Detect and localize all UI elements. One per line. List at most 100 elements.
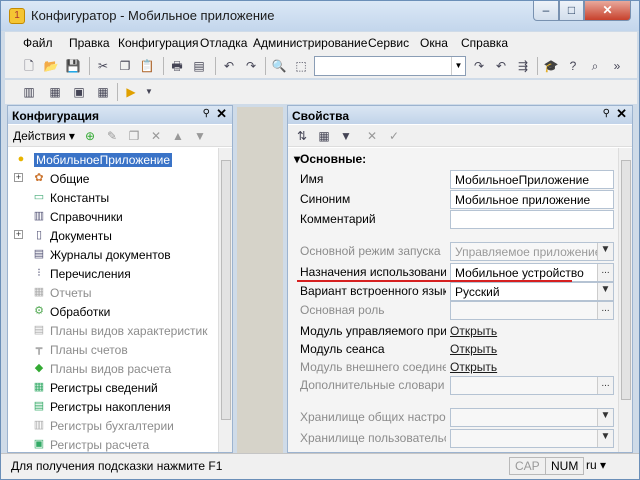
- minimize-button[interactable]: –: [533, 1, 559, 21]
- redo-icon[interactable]: ↷: [243, 58, 259, 74]
- caps-indicator: CAP: [509, 457, 546, 475]
- accum-registers-icon: ▤: [33, 400, 45, 412]
- new-icon[interactable]: 🗋: [21, 58, 37, 74]
- expand-icon[interactable]: +: [14, 173, 23, 182]
- scrollbar-thumb[interactable]: [621, 160, 631, 400]
- scrollbar-thumb[interactable]: [221, 160, 231, 420]
- properties-panel-header: Свойства ⚲ ✕: [288, 106, 632, 124]
- dictionaries-field[interactable]: ...: [450, 376, 614, 395]
- prop-synonym: Синоним Мобильное приложение: [288, 190, 618, 209]
- expand-icon[interactable]: +: [14, 230, 23, 239]
- table-icon[interactable]: ▦: [95, 84, 111, 100]
- prop-external-connection-module: Модуль внешнего соединени Открыть: [288, 358, 618, 377]
- prop-label: Хранилище пользовательски: [300, 431, 446, 445]
- chevron-down-icon[interactable]: ▼: [597, 283, 613, 300]
- prop-label: Модуль управляемого прило: [300, 324, 446, 338]
- help-search-icon[interactable]: ?: [565, 58, 581, 74]
- undo-icon[interactable]: ↶: [221, 58, 237, 74]
- chevron-down-icon[interactable]: ▼: [597, 430, 613, 447]
- move-down-icon[interactable]: ▼: [192, 128, 208, 144]
- tree-item-label: Регистры сведений: [50, 381, 158, 395]
- ellipsis-icon[interactable]: ...: [597, 264, 613, 281]
- name-field[interactable]: МобильноеПриложение: [450, 170, 614, 189]
- comment-field[interactable]: [450, 210, 614, 229]
- find-icon[interactable]: 🔍: [271, 58, 287, 74]
- close-icon[interactable]: ✕: [216, 106, 227, 122]
- close-icon[interactable]: ✕: [616, 106, 627, 122]
- maximize-button[interactable]: □: [559, 1, 584, 21]
- chevron-down-icon[interactable]: ▼: [597, 409, 613, 426]
- pin-icon[interactable]: ⚲: [203, 108, 210, 119]
- more-icon[interactable]: »: [609, 58, 625, 74]
- copy-icon[interactable]: ❐: [117, 58, 133, 74]
- menu-windows[interactable]: Окна: [420, 36, 448, 50]
- find-prev-icon[interactable]: ↶: [493, 58, 509, 74]
- open-managed-module-link[interactable]: Открыть: [450, 324, 497, 338]
- actions-menu[interactable]: Действия ▾: [13, 129, 75, 143]
- tree-item-label: Общие: [50, 172, 90, 186]
- chevron-down-icon[interactable]: ▼: [451, 57, 465, 75]
- add-icon[interactable]: ⊕: [82, 128, 98, 144]
- properties-scrollbar[interactable]: [618, 148, 632, 452]
- language-variant-value: Русский: [455, 285, 500, 299]
- clear-icon[interactable]: ✕: [364, 128, 380, 144]
- move-up-icon[interactable]: ▲: [170, 128, 186, 144]
- menu-config[interactable]: Конфигурация: [118, 36, 199, 50]
- menu-file[interactable]: Файл: [23, 36, 53, 50]
- ellipsis-icon[interactable]: ...: [597, 377, 613, 394]
- paste-icon[interactable]: 📋: [139, 58, 155, 74]
- chart-of-calc-icon: ◆: [34, 362, 44, 374]
- ellipsis-icon[interactable]: ...: [597, 302, 613, 319]
- apply-icon[interactable]: ✓: [386, 128, 402, 144]
- preview-icon[interactable]: ▤: [191, 58, 207, 74]
- edit-icon[interactable]: ✎: [104, 128, 120, 144]
- cut-icon[interactable]: ✂: [95, 58, 111, 74]
- update-config-icon[interactable]: ▦: [47, 84, 63, 100]
- launch-mode-select[interactable]: Управляемое приложение ▼: [450, 242, 614, 261]
- assistant-icon[interactable]: 🎓: [543, 58, 559, 74]
- calc-registers-icon: ▣: [33, 438, 45, 450]
- synonym-field[interactable]: Мобильное приложение: [450, 190, 614, 209]
- constants-icon: ▭: [33, 191, 45, 203]
- config-panel-toolbar: Действия ▾ ⊕ ✎ ❐ ✕ ▲ ▼: [8, 125, 232, 147]
- syntax-help-icon[interactable]: ⌕: [587, 58, 603, 74]
- user-settings-storage-select[interactable]: ▼: [450, 429, 614, 448]
- menu-debug[interactable]: Отладка: [200, 36, 247, 50]
- close-button[interactable]: ✕: [584, 1, 631, 21]
- filter-icon[interactable]: ▼: [338, 128, 354, 144]
- highlight-underline: [297, 280, 572, 282]
- print-icon[interactable]: 🖶: [169, 58, 185, 74]
- find-next-icon[interactable]: ↷: [471, 58, 487, 74]
- prop-common-settings-storage: Хранилище общих настроек ▼: [288, 408, 618, 427]
- language-indicator[interactable]: ru ▾: [581, 457, 611, 475]
- open-icon[interactable]: 📂: [43, 58, 59, 74]
- config-tree-scrollbar[interactable]: [218, 148, 232, 452]
- compare-icon[interactable]: ▣: [71, 84, 87, 100]
- sort-alpha-icon[interactable]: ⇅: [294, 128, 310, 144]
- search-input[interactable]: ▼: [314, 56, 466, 76]
- main-role-field[interactable]: ...: [450, 301, 614, 320]
- open-session-module-link[interactable]: Открыть: [450, 342, 497, 356]
- enums-icon: ⁝: [37, 267, 41, 279]
- open-external-module-link[interactable]: Открыть: [450, 360, 497, 374]
- replace-icon[interactable]: ⬚: [293, 58, 309, 74]
- menu-edit[interactable]: Правка: [69, 36, 110, 50]
- menu-admin[interactable]: Администрирование: [253, 36, 367, 50]
- properties-panel: Свойства ⚲ ✕ ⇅ ▦ ▼ ✕ ✓ ▾Основные: Имя Мо…: [287, 105, 633, 453]
- find-all-icon[interactable]: ⇶: [515, 58, 531, 74]
- categorize-icon[interactable]: ▦: [316, 128, 332, 144]
- pin-icon[interactable]: ⚲: [603, 108, 610, 119]
- common-settings-storage-select[interactable]: ▼: [450, 408, 614, 427]
- menu-help[interactable]: Справка: [461, 36, 508, 50]
- run-dropdown-icon[interactable]: ▼: [141, 84, 157, 100]
- chevron-down-icon[interactable]: ▼: [597, 243, 613, 260]
- language-variant-select[interactable]: Русский ▼: [450, 282, 614, 301]
- copy-item-icon[interactable]: ❐: [126, 128, 142, 144]
- prop-label: Модуль внешнего соединени: [300, 360, 446, 374]
- save-icon[interactable]: 💾: [65, 58, 81, 74]
- delete-icon[interactable]: ✕: [148, 128, 164, 144]
- info-registers-icon: ▦: [33, 381, 45, 393]
- db-config-icon[interactable]: ▥: [21, 84, 37, 100]
- run-debug-icon[interactable]: ▶: [123, 84, 139, 100]
- menu-service[interactable]: Сервис: [368, 36, 409, 50]
